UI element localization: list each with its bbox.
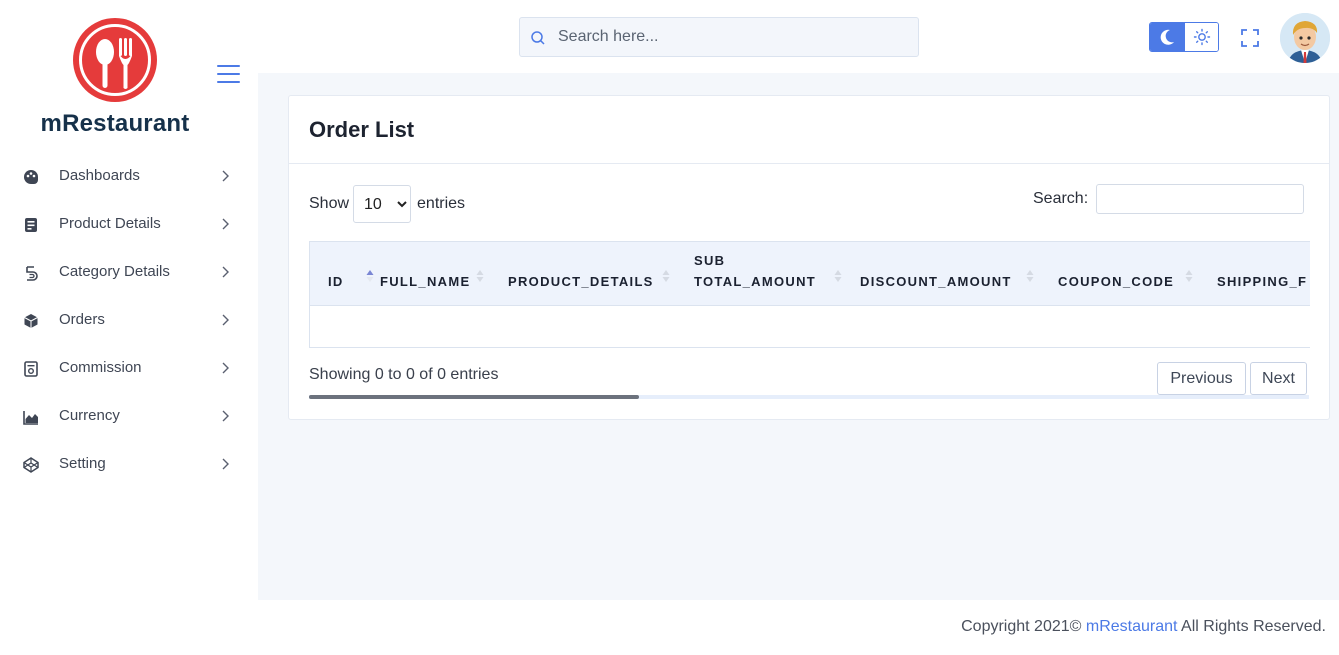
sidebar-item-commission[interactable]: Commission [0, 344, 258, 392]
table-body [310, 306, 1310, 347]
sidebar-item-label: Dashboards [59, 167, 140, 184]
global-search [519, 17, 919, 57]
column-header-shipping[interactable]: SHIPPING_F [1217, 242, 1310, 306]
codepen-icon [23, 457, 39, 473]
chevron-right-icon [222, 362, 229, 374]
search-input[interactable] [558, 18, 913, 56]
sort-icon [834, 270, 842, 282]
receipt-icon [25, 218, 37, 232]
page-size-control: Show 102550100 entries [309, 185, 465, 223]
light-mode-button[interactable] [1185, 23, 1218, 51]
table-info: Showing 0 to 0 of 0 entries [309, 366, 499, 383]
layers-icon [26, 266, 38, 281]
chevron-right-icon [222, 218, 229, 230]
sidebar-item-label: Currency [59, 407, 120, 424]
show-label: Show [309, 195, 350, 212]
table-search-label: Search: [1033, 190, 1089, 207]
brand-name: mRestaurant [40, 110, 190, 137]
sort-icon [662, 270, 670, 282]
avatar-icon [1280, 13, 1330, 63]
fullscreen-icon[interactable] [1240, 28, 1260, 48]
dark-mode-button[interactable] [1150, 23, 1185, 51]
sidebar-item-dashboards[interactable]: Dashboards [0, 152, 258, 200]
sort-icon [1026, 270, 1034, 282]
footer-brand-link[interactable]: mRestaurant [1086, 618, 1178, 635]
footer: Copyright 2021© mRestaurant All Rights R… [0, 600, 1339, 655]
area-chart-icon [23, 411, 38, 425]
chevron-right-icon [222, 314, 229, 326]
sort-asc-icon [366, 270, 374, 282]
column-header-coupon-code[interactable]: COUPON_CODE [1058, 242, 1203, 306]
content-area: Order List Show 102550100 entries Search… [258, 73, 1339, 600]
sidebar-item-label: Setting [59, 455, 106, 472]
palette-icon [24, 170, 38, 184]
sidebar-item-label: Commission [59, 359, 142, 376]
horizontal-scrollbar[interactable] [309, 395, 1309, 399]
sidebar-item-orders[interactable]: Orders [0, 296, 258, 344]
table-header: ID FULL_NAME PRODUCT_DETAILS SUB TOTAL_A… [310, 242, 1310, 306]
sidebar-item-setting[interactable]: Setting [0, 440, 258, 488]
box-icon [24, 314, 38, 328]
column-header-product-details[interactable]: PRODUCT_DETAILS [508, 242, 678, 306]
sort-icon [1185, 270, 1193, 282]
chevron-right-icon [222, 410, 229, 422]
sidebar-menu: Dashboards Product Details Category Deta… [0, 152, 258, 488]
search-icon [531, 31, 545, 45]
restaurant-logo-icon [73, 18, 157, 102]
moon-icon [1160, 29, 1174, 45]
theme-toggle [1149, 22, 1219, 52]
sidebar-item-product-details[interactable]: Product Details [0, 200, 258, 248]
sort-icon [476, 270, 484, 282]
user-avatar[interactable] [1280, 13, 1330, 63]
column-header-full-name[interactable]: FULL_NAME [380, 242, 490, 306]
chevron-right-icon [222, 458, 229, 470]
entries-label: entries [417, 195, 466, 212]
order-list-card: Order List Show 102550100 entries Search… [288, 95, 1330, 420]
page-size-select[interactable]: 102550100 [353, 185, 412, 223]
sidebar-item-currency[interactable]: Currency [0, 392, 258, 440]
orders-table: ID FULL_NAME PRODUCT_DETAILS SUB TOTAL_A… [309, 241, 1310, 348]
column-header-sub-total-amount[interactable]: SUB TOTAL_AMOUNT [694, 242, 844, 306]
brand-logo[interactable]: mRestaurant [40, 16, 190, 141]
sun-icon [1193, 28, 1211, 46]
scrollbar-thumb[interactable] [309, 395, 639, 399]
page-title: Order List [309, 117, 415, 142]
sidebar-item-label: Orders [59, 311, 105, 328]
sidebar: mRestaurant Dashboards Product Details C… [0, 0, 258, 600]
column-header-id[interactable]: ID [328, 242, 374, 306]
table-search: Search: [1033, 184, 1305, 214]
sidebar-item-label: Category Details [59, 263, 170, 280]
sidebar-item-label: Product Details [59, 215, 161, 232]
invoice-icon [24, 361, 38, 377]
menu-toggle-icon[interactable] [217, 64, 241, 84]
column-header-discount-amount[interactable]: DISCOUNT_AMOUNT [860, 242, 1045, 306]
next-button[interactable]: Next [1250, 362, 1307, 395]
previous-button[interactable]: Previous [1157, 362, 1246, 395]
table-search-input[interactable] [1096, 184, 1305, 214]
card-header: Order List [289, 96, 1329, 164]
chevron-right-icon [222, 170, 229, 182]
copyright: Copyright 2021© mRestaurant All Rights R… [961, 618, 1326, 635]
sidebar-item-category-details[interactable]: Category Details [0, 248, 258, 296]
chevron-right-icon [222, 266, 229, 278]
